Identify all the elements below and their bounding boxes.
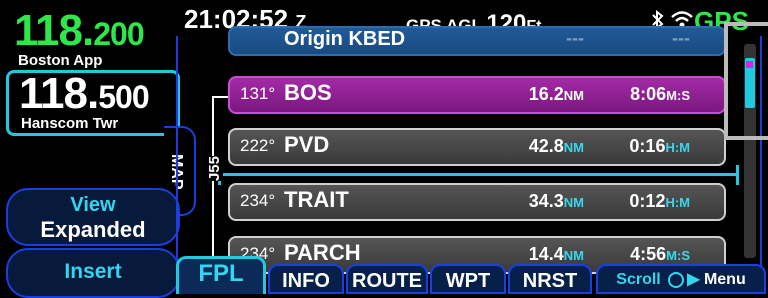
airway-label: J55 [206,156,223,182]
fpl-row[interactable]: 222° PVD 42.8NM 0:16H:M [228,128,726,166]
standby-frequency[interactable]: 118.500 Hanscom Twr [6,69,180,136]
fpl-row-origin[interactable]: Origin KBED --- --- [228,26,726,56]
standby-frequency-name: Hanscom Twr [21,115,119,132]
view-button-label: View [70,194,116,216]
leg-ete: 0:16H:M [629,136,690,156]
standby-frequency-value: 118.500 [19,69,150,118]
insert-button[interactable]: Insert [6,248,180,298]
waypoint-name: PVD [284,132,330,157]
waypoint-name: BOS [284,80,332,105]
view-button-value: Expanded [40,217,146,242]
airway-marker-end [736,165,739,185]
active-frequency-name: Boston App [18,52,103,69]
knob-icon [668,271,685,288]
leg-ete: 8:06M:S [630,84,690,104]
leg-distance: 42.8NM [528,136,584,156]
leg-course: 234° [240,191,276,210]
leg-ete: 0:12H:M [629,191,690,211]
active-frequency[interactable]: 118.200 Boston App [6,4,174,69]
scroll-label: Scroll [616,271,661,288]
leg-course: 222° [240,136,276,155]
fpl-row-active[interactable]: 131° BOS 16.2NM 8:06M:S [228,76,726,114]
leg-course: 131° [240,84,276,103]
route-connector-tick [212,96,228,98]
tab-fpl[interactable]: FPL [176,256,266,294]
waypoint-name: TRAIT [284,187,349,212]
leg-distance: 16.2NM [528,84,584,104]
view-expanded-button[interactable]: View Expanded [6,188,180,246]
menu-label: Menu [703,271,746,288]
leg-distance: --- [566,28,584,48]
active-frequency-value: 118.200 [14,6,145,55]
scrollbar-highlight-bracket [724,22,768,140]
route-connector [212,96,214,268]
leg-distance: 34.3NM [528,191,584,211]
fpl-row[interactable]: 234° TRAIT 34.3NM 0:12H:M [228,183,726,221]
airway-marker-line [218,173,738,176]
page-tabs: FPL INFO ROUTE WPT NRST Scroll ▶ Menu [176,256,768,294]
waypoint-name: Origin KBED [284,28,406,50]
leg-ete: --- [672,28,690,48]
